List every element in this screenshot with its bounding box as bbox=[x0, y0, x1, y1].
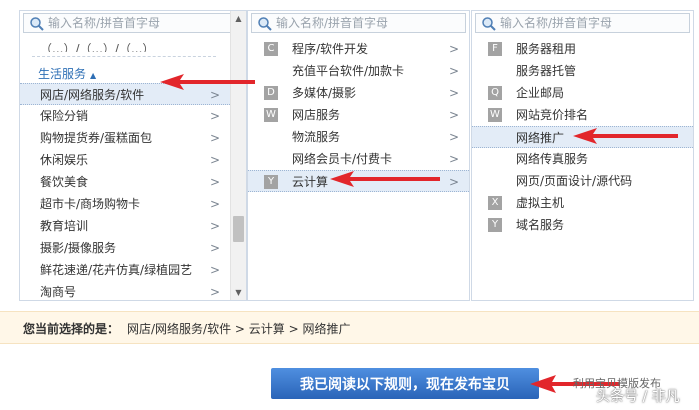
chevron-right-icon: > bbox=[448, 86, 459, 100]
scroll-thumb[interactable] bbox=[233, 216, 244, 242]
col1-item-6[interactable]: 教育培训 > bbox=[20, 215, 230, 237]
col3-item-6[interactable]: 网页/页面设计/源代码 bbox=[472, 170, 693, 192]
letter-key: F bbox=[488, 42, 502, 56]
chevron-right-icon: > bbox=[448, 64, 459, 78]
group-header-life-services[interactable]: 生活服务 ▲ bbox=[38, 65, 96, 82]
col1-item-9[interactable]: 淘商号 > bbox=[20, 281, 230, 300]
letter-key: Y bbox=[264, 175, 278, 189]
search-input-2[interactable] bbox=[276, 14, 456, 32]
chevron-right-icon: > bbox=[209, 175, 220, 189]
col3-item-2[interactable]: Q 企业邮局 bbox=[472, 82, 693, 104]
col2-item-4[interactable]: 物流服务 > bbox=[248, 126, 469, 148]
current-selection-bar: 您当前选择的是： 网店/网络服务/软件 > 云计算 > 网络推广 bbox=[0, 311, 699, 344]
caret-up-icon: ▲ bbox=[90, 71, 97, 80]
letter-key: Q bbox=[488, 86, 502, 100]
col1-item-0[interactable]: 网店/网络服务/软件 > bbox=[20, 83, 230, 105]
search-input-1[interactable] bbox=[48, 14, 228, 32]
col1-item-3[interactable]: 休闲娱乐 > bbox=[20, 149, 230, 171]
publish-button[interactable]: 我已阅读以下规则，现在发布宝贝 bbox=[271, 368, 539, 399]
chevron-right-icon: > bbox=[209, 197, 220, 211]
scroll-up-icon[interactable]: ▲ bbox=[231, 11, 246, 26]
selection-path: 网店/网络服务/软件 > 云计算 > 网络推广 bbox=[127, 322, 351, 336]
col1-item-4[interactable]: 餐饮美食 > bbox=[20, 171, 230, 193]
letter-key: W bbox=[488, 108, 502, 122]
category-column-3: F服务器租用 服务器托管 Q企业邮局 W网站竞价排名 网络推广 网络传真服务 网… bbox=[471, 10, 694, 301]
chevron-right-icon: > bbox=[209, 241, 220, 255]
col2-item-2[interactable]: D 多媒体/摄影 > bbox=[248, 82, 469, 104]
col3-item-4[interactable]: 网络推广 bbox=[472, 126, 693, 148]
chevron-right-icon: > bbox=[448, 152, 459, 166]
chevron-right-icon: > bbox=[209, 263, 220, 277]
col1-item-5[interactable]: 超市卡/商场购物卡 > bbox=[20, 193, 230, 215]
col2-item-0[interactable]: C 程序/软件开发 > bbox=[248, 38, 469, 60]
divider bbox=[32, 56, 216, 57]
search-box-3 bbox=[475, 13, 690, 33]
chevron-right-icon: > bbox=[209, 88, 220, 102]
col3-item-7[interactable]: X 虚拟主机 bbox=[472, 192, 693, 214]
col2-item-5[interactable]: 网络会员卡/付费卡 > bbox=[248, 148, 469, 170]
letter-key: X bbox=[488, 196, 502, 210]
chevron-right-icon: > bbox=[448, 42, 459, 56]
col2-item-1[interactable]: 充值平台软件/加款卡 > bbox=[248, 60, 469, 82]
search-box-2 bbox=[251, 13, 466, 33]
col2-item-3[interactable]: W 网店服务 > bbox=[248, 104, 469, 126]
col1-item-7[interactable]: 摄影/摄像服务 > bbox=[20, 237, 230, 259]
partial-item: （...）/（...）/（...） bbox=[40, 42, 155, 52]
magnifier-icon bbox=[258, 17, 272, 31]
chevron-right-icon: > bbox=[209, 219, 220, 233]
letter-key: D bbox=[264, 86, 278, 100]
search-input-3[interactable] bbox=[500, 14, 680, 32]
col3-item-1[interactable]: 服务器托管 bbox=[472, 60, 693, 82]
chevron-right-icon: > bbox=[209, 285, 220, 299]
magnifier-icon bbox=[30, 17, 44, 31]
col3-item-5[interactable]: 网络传真服务 bbox=[472, 148, 693, 170]
chevron-right-icon: > bbox=[209, 109, 220, 123]
chevron-right-icon: > bbox=[209, 131, 220, 145]
watermark: 头条号 / 非凡 bbox=[596, 389, 680, 405]
chevron-right-icon: > bbox=[209, 153, 220, 167]
col2-item-6[interactable]: Y 云计算 > bbox=[248, 170, 469, 192]
scroll-down-icon[interactable]: ▼ bbox=[231, 285, 246, 300]
chevron-right-icon: > bbox=[448, 130, 459, 144]
category-column-2: C程序/软件开发> 充值平台软件/加款卡> D多媒体/摄影> W网店服务> 物流… bbox=[247, 10, 470, 301]
col1-item-1[interactable]: 保险分销 > bbox=[20, 105, 230, 127]
col3-item-0[interactable]: F 服务器租用 bbox=[472, 38, 693, 60]
group-label: 生活服务 bbox=[38, 67, 87, 81]
magnifier-icon bbox=[482, 17, 496, 31]
chevron-right-icon: > bbox=[448, 108, 459, 122]
chevron-right-icon: > bbox=[448, 175, 459, 189]
col1-item-8[interactable]: 鲜花速递/花卉仿真/绿植园艺 > bbox=[20, 259, 230, 281]
letter-key: C bbox=[264, 42, 278, 56]
scrollbar[interactable]: ▲ ▼ bbox=[230, 11, 246, 300]
col1-item-2[interactable]: 购物提货券/蛋糕面包 > bbox=[20, 127, 230, 149]
col3-item-8[interactable]: Y 域名服务 bbox=[472, 214, 693, 236]
selection-prefix: 您当前选择的是： bbox=[23, 322, 120, 336]
letter-key: Y bbox=[488, 218, 502, 232]
col3-item-3[interactable]: W 网站竞价排名 bbox=[472, 104, 693, 126]
search-box-1 bbox=[23, 13, 243, 33]
letter-key: W bbox=[264, 108, 278, 122]
category-column-1: （...）/（...）/（...） 生活服务▲ 网店/网络服务/软件> 保险分销… bbox=[19, 10, 247, 301]
